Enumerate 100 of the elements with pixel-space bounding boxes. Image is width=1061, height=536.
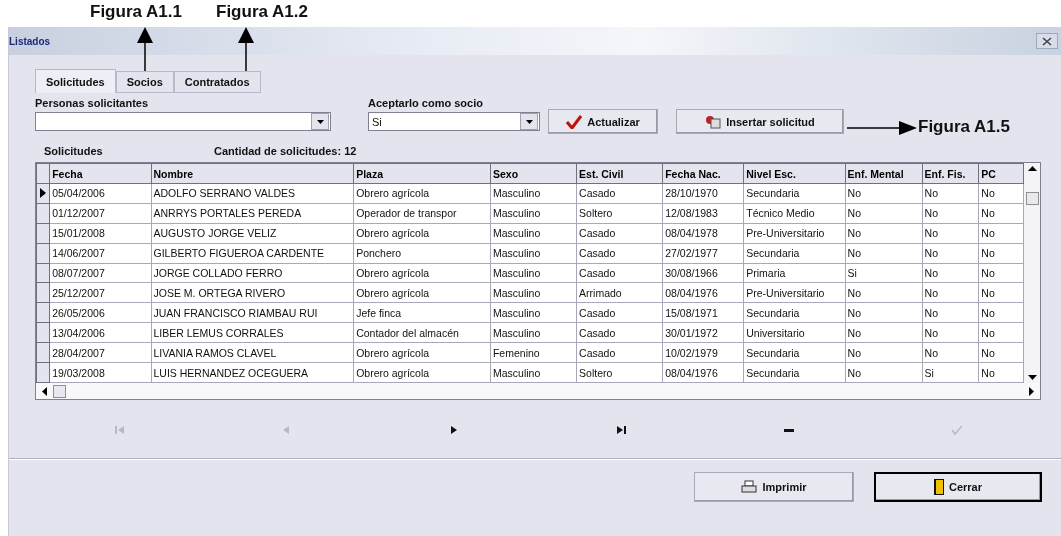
column-header[interactable]: Sexo — [490, 163, 577, 184]
print-button[interactable]: Imprimir — [694, 472, 854, 502]
scroll-thumb[interactable] — [1025, 191, 1039, 205]
table-cell: No — [845, 342, 923, 363]
table-cell: No — [922, 282, 979, 303]
table-cell: No — [845, 322, 923, 343]
current-row-icon — [40, 188, 47, 199]
close-icon — [1042, 36, 1052, 46]
table-cell: No — [922, 322, 979, 343]
table-cell: Ponchero — [353, 243, 491, 264]
table-cell: 28/10/1970 — [662, 183, 744, 204]
printer-icon — [741, 480, 758, 494]
column-header[interactable]: Fecha — [49, 163, 151, 184]
table-cell: Masculino — [490, 362, 577, 383]
dropdown-field[interactable]: Si — [368, 112, 540, 131]
table-cell: Masculino — [490, 203, 577, 224]
insert-button[interactable]: Insertar solicitud — [676, 109, 844, 134]
table-cell: No — [845, 282, 923, 303]
table-cell: Secundaria — [743, 183, 846, 204]
table-cell: 27/02/1977 — [662, 243, 744, 264]
table-cell: 30/08/1966 — [662, 263, 744, 283]
table-cell: Masculino — [490, 263, 577, 283]
table-cell: 28/04/2007 — [49, 342, 151, 363]
table-cell: Casado — [576, 342, 663, 363]
table-cell: 30/01/1972 — [662, 322, 744, 343]
table-cell: 05/04/2006 — [49, 183, 151, 204]
horizontal-scrollbar[interactable] — [36, 383, 1040, 399]
column-header[interactable]: Enf. Mental — [845, 163, 923, 184]
table-cell: No — [978, 282, 1024, 303]
table-cell: Contador del almacén — [353, 322, 491, 343]
column-header[interactable]: Est. Civil — [576, 163, 663, 184]
table-cell: Casado — [576, 302, 663, 323]
table-cell: No — [978, 243, 1024, 264]
scroll-up-icon — [1027, 166, 1037, 171]
table-cell: 13/04/2006 — [49, 322, 151, 343]
column-header[interactable]: Fecha Nac. — [662, 163, 744, 184]
table-cell: ANRRYS PORTALES PEREDA — [151, 203, 354, 224]
figure-annotation: Figura A1.1 — [90, 2, 182, 22]
table-cell: No — [845, 243, 923, 264]
tab[interactable]: Contratados — [173, 71, 261, 93]
table-cell: No — [845, 302, 923, 323]
table-cell: Arrimado — [576, 282, 663, 303]
annotation-arrow — [137, 27, 153, 72]
table-cell: No — [922, 302, 979, 323]
table-cell: Soltero — [576, 362, 663, 383]
first-record-icon — [112, 424, 125, 436]
column-header[interactable]: Enf. Fis. — [922, 163, 979, 184]
table-cell: 12/08/1983 — [662, 203, 744, 224]
column-header[interactable]: PC — [978, 163, 1024, 184]
table-cell: Jefe finca — [353, 302, 491, 323]
record-count: Cantidad de solicitudes: 12 — [214, 145, 357, 157]
close-button[interactable] — [1036, 33, 1058, 49]
annotation-arrow — [847, 121, 917, 135]
table-cell: Masculino — [490, 223, 577, 244]
window-title: Listados — [9, 35, 51, 47]
table-cell: Secundaria — [743, 342, 846, 363]
table-cell: 08/04/1978 — [662, 223, 744, 244]
table-cell: Obrero agrícola — [353, 282, 491, 303]
table-cell: No — [922, 263, 979, 283]
column-header[interactable]: Nombre — [151, 163, 354, 184]
table-cell: GILBERTO FIGUEROA CARDENTE — [151, 243, 354, 264]
field-label: Personas solicitantes — [35, 97, 150, 109]
table-cell: Técnico Medio — [743, 203, 846, 224]
table-cell: Obrero agrícola — [353, 223, 491, 244]
table-cell: LUIS HERNANDEZ OCEGUERA — [151, 362, 354, 383]
column-header[interactable]: Plaza — [353, 163, 491, 184]
table-cell: Pre-Universitario — [743, 223, 846, 244]
tab[interactable]: Solicitudes — [35, 69, 116, 93]
scroll-left-icon — [42, 386, 47, 396]
table-cell: 08/04/1976 — [662, 282, 744, 303]
table-cell: 25/12/2007 — [49, 282, 151, 303]
tab[interactable]: Socios — [115, 71, 174, 93]
table-cell: No — [845, 223, 923, 244]
dropdown-field[interactable] — [35, 112, 331, 131]
table-cell: No — [978, 223, 1024, 244]
door-icon — [934, 479, 944, 495]
scroll-thumb[interactable] — [53, 384, 66, 398]
table-cell: Casado — [576, 263, 663, 283]
table-cell: Secundaria — [743, 243, 846, 264]
table-cell: JUAN FRANCISCO RIAMBAU RUI — [151, 302, 354, 323]
table-cell: Femenino — [490, 342, 577, 363]
table-cell: Primaria — [743, 263, 846, 283]
refresh-button[interactable]: Actualizar — [548, 109, 658, 134]
table-cell: 08/04/1976 — [662, 362, 744, 383]
close-window-button[interactable]: Cerrar — [874, 472, 1042, 502]
checkmark-icon — [951, 424, 964, 436]
table-cell: Masculino — [490, 302, 577, 323]
table-cell: No — [978, 203, 1024, 224]
table-cell: 15/08/1971 — [662, 302, 744, 323]
table-cell: No — [978, 342, 1024, 363]
column-header[interactable]: Nivel Esc. — [743, 163, 846, 184]
table-cell: Obrero agrícola — [353, 183, 491, 204]
vertical-scrollbar[interactable] — [1024, 163, 1040, 383]
table-cell: No — [922, 183, 979, 204]
figure-annotation: Figura A1.2 — [216, 2, 308, 22]
table-cell: Si — [922, 362, 979, 383]
document-icon — [705, 114, 722, 129]
table-cell: JORGE COLLADO FERRO — [151, 263, 354, 283]
table-cell: Masculino — [490, 183, 577, 204]
table-cell: Si — [845, 263, 923, 283]
